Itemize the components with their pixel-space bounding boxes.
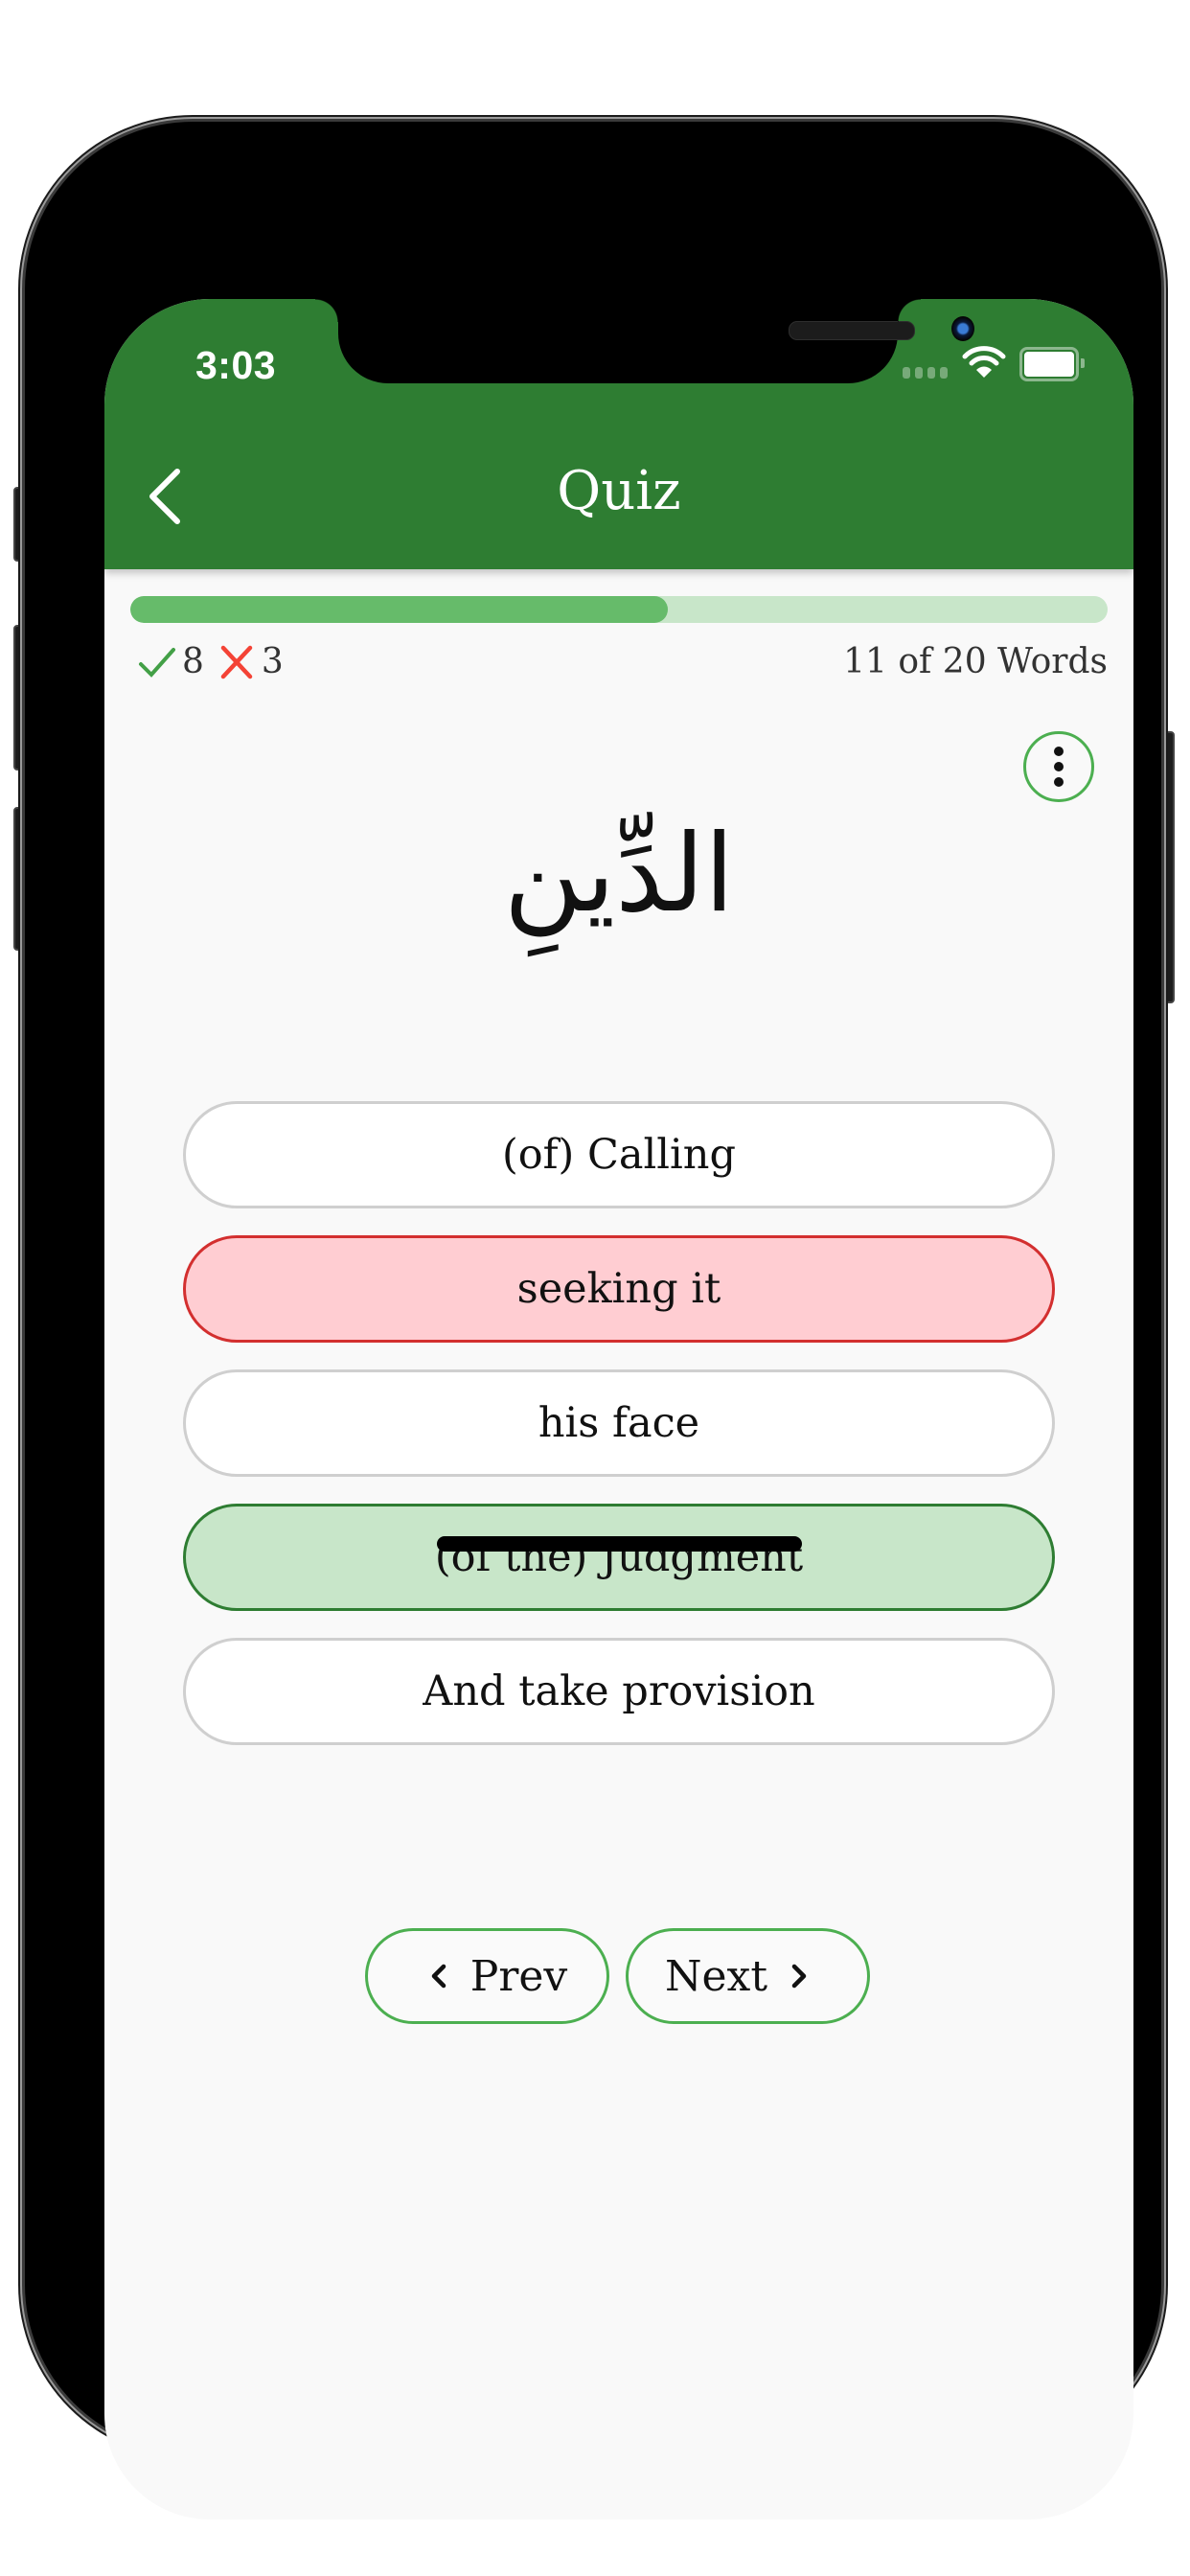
- battery-icon: [1019, 347, 1085, 381]
- progress-bar: [130, 596, 1108, 623]
- next-label: Next: [664, 1951, 768, 2001]
- status-time: 3:03: [195, 343, 277, 387]
- speaker-grille: [789, 321, 915, 340]
- answer-option-label: And take provision: [423, 1668, 815, 1715]
- prev-label: Prev: [469, 1951, 568, 2001]
- notch: [315, 299, 974, 383]
- answer-option[interactable]: his face: [183, 1369, 1055, 1477]
- signal-icon: [903, 367, 948, 379]
- answer-option[interactable]: And take provision: [183, 1638, 1055, 1745]
- front-camera: [951, 316, 974, 341]
- next-button[interactable]: Next: [626, 1928, 870, 2024]
- answer-option-label: seeking it: [516, 1265, 721, 1313]
- quiz-navigation: Prev Next: [365, 1928, 870, 2024]
- checkmark-icon: [139, 647, 175, 678]
- answer-option-label: (of) Calling: [501, 1131, 737, 1179]
- question-word: الدِّينِ: [503, 812, 735, 936]
- prev-button[interactable]: Prev: [365, 1928, 609, 2024]
- answer-option[interactable]: (of) Calling: [183, 1101, 1055, 1208]
- wrong-count: 3: [261, 642, 284, 681]
- answer-option[interactable]: (of the) Judgment: [183, 1504, 1055, 1611]
- answer-options: (of) Calling seeking it his face (of the…: [183, 1101, 1055, 1772]
- home-indicator[interactable]: [437, 1536, 802, 1552]
- wifi-icon: [962, 346, 1006, 378]
- power-button: [1161, 731, 1175, 1003]
- cross-icon: [220, 645, 253, 678]
- progress-bar-fill: [130, 596, 668, 623]
- word-progress-label: 11 of 20 Words: [843, 642, 1108, 681]
- chevron-right-icon: [791, 1964, 807, 1989]
- chevron-left-icon: [431, 1964, 446, 1989]
- correct-count: 8: [182, 642, 204, 681]
- answer-option[interactable]: seeking it: [183, 1235, 1055, 1343]
- more-options-button[interactable]: [1023, 731, 1094, 802]
- page-title: Quiz: [557, 460, 681, 522]
- answer-option-label: his face: [538, 1399, 700, 1447]
- score-summary: 8 3: [138, 642, 297, 681]
- screen: 3:03 Quiz 8 3 11 of 20 Words الدِّينِ (o…: [104, 299, 1133, 2519]
- more-vertical-icon: [1054, 747, 1064, 787]
- device-frame: 3:03 Quiz 8 3 11 of 20 Words الدِّينِ (o…: [25, 122, 1161, 2519]
